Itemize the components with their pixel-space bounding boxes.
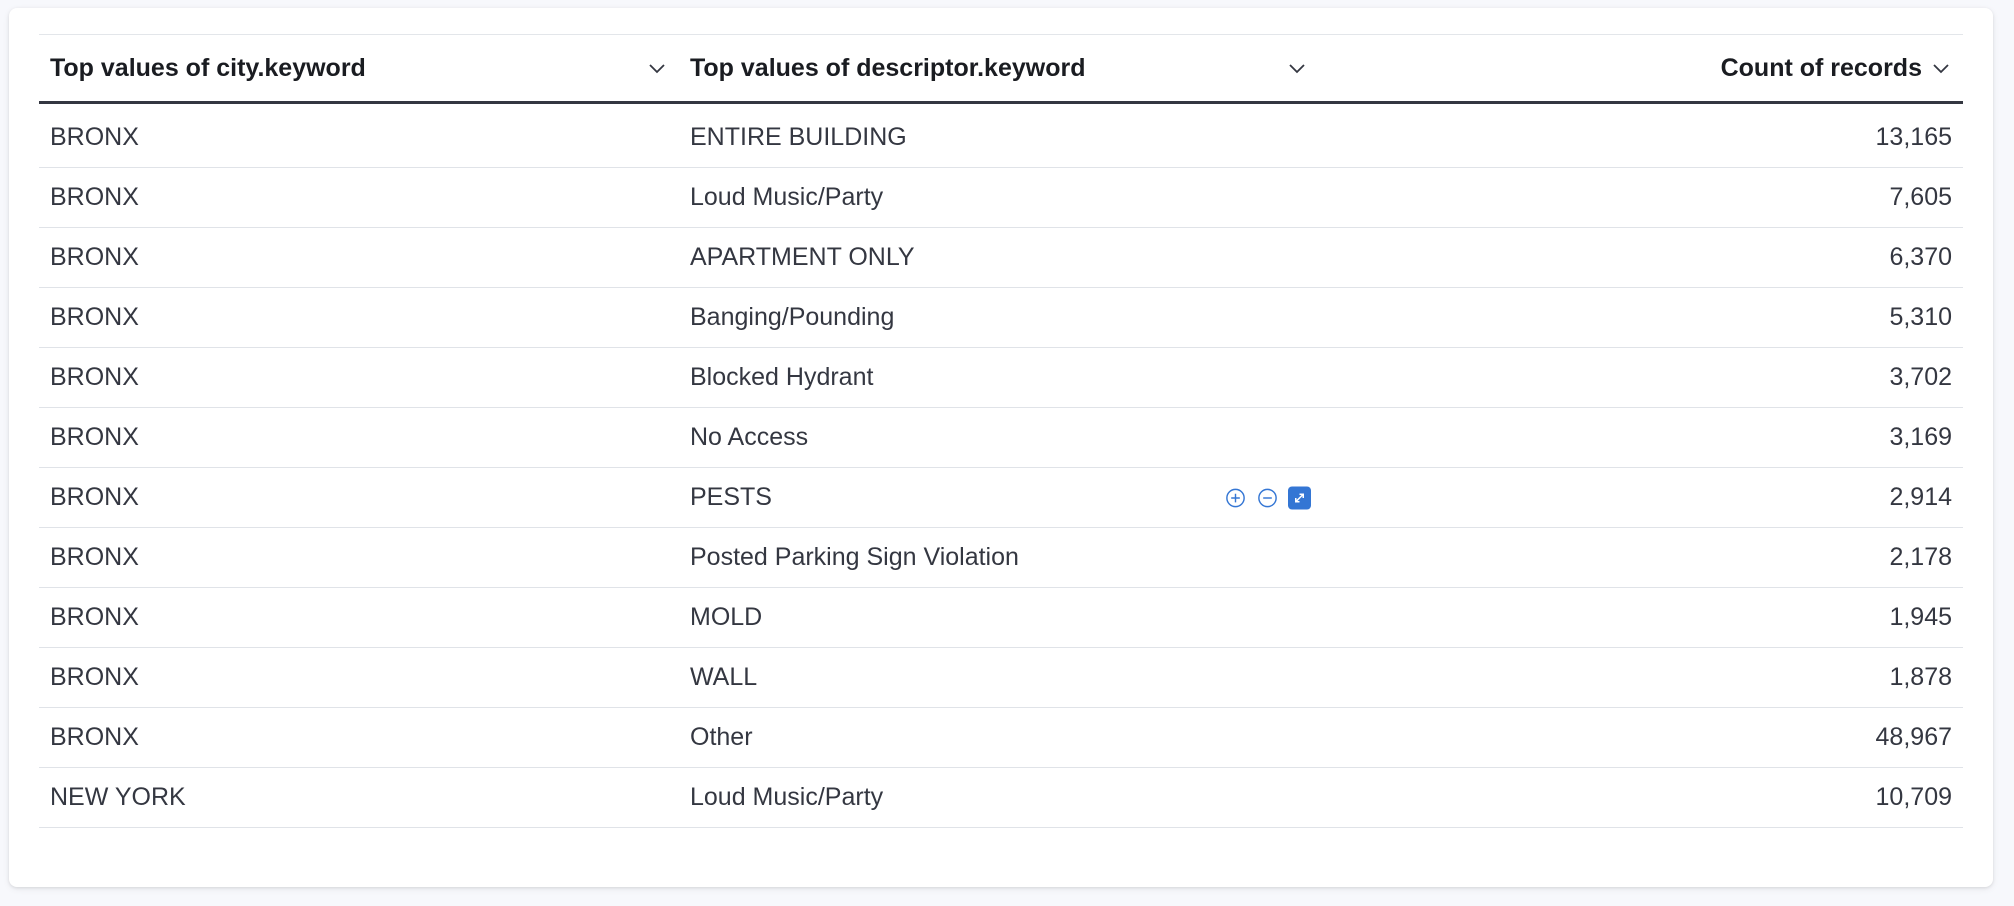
- cell-descriptor-text: Other: [690, 723, 753, 751]
- cell-descriptor[interactable]: Other: [679, 708, 1319, 767]
- cell-count[interactable]: 13,165: [1319, 108, 1963, 167]
- table-row: BRONX PESTS 2,914: [39, 468, 1963, 528]
- cell-descriptor-text: MOLD: [690, 603, 763, 631]
- cell-descriptor[interactable]: Banging/Pounding: [679, 288, 1319, 347]
- cell-count[interactable]: 3,169: [1319, 408, 1963, 467]
- cell-city[interactable]: BRONX: [39, 348, 679, 407]
- cell-count[interactable]: 5,310: [1319, 288, 1963, 347]
- cell-descriptor-text: APARTMENT ONLY: [690, 243, 915, 271]
- cell-descriptor-text: No Access: [690, 423, 809, 451]
- column-header-descriptor[interactable]: Top values of descriptor.keyword: [679, 35, 1319, 101]
- cell-descriptor[interactable]: MOLD: [679, 588, 1319, 647]
- data-table: Top values of city.keyword Top values of…: [39, 34, 1963, 828]
- cell-city[interactable]: BRONX: [39, 588, 679, 647]
- cell-count[interactable]: 2,914: [1319, 468, 1963, 527]
- column-header-label: Count of records: [1720, 53, 1922, 82]
- cell-city[interactable]: BRONX: [39, 648, 679, 707]
- cell-city[interactable]: BRONX: [39, 708, 679, 767]
- filter-out-icon[interactable]: [1256, 486, 1279, 509]
- cell-descriptor-text: Loud Music/Party: [690, 783, 884, 811]
- cell-descriptor-text: Posted Parking Sign Violation: [690, 543, 1019, 571]
- chevron-down-icon[interactable]: [646, 57, 668, 79]
- cell-city[interactable]: BRONX: [39, 288, 679, 347]
- table-row: BRONX MOLD 1,945: [39, 588, 1963, 648]
- table-row: BRONX ENTIRE BUILDING 13,165: [39, 108, 1963, 168]
- column-header-label: Top values of city.keyword: [50, 53, 366, 82]
- cell-descriptor[interactable]: No Access: [679, 408, 1319, 467]
- chevron-down-icon[interactable]: [1930, 57, 1952, 79]
- cell-actions: [1224, 486, 1311, 509]
- table-row: BRONX No Access 3,169: [39, 408, 1963, 468]
- cell-count[interactable]: 6,370: [1319, 228, 1963, 287]
- cell-descriptor-text: WALL: [690, 663, 758, 691]
- cell-count[interactable]: 7,605: [1319, 168, 1963, 227]
- cell-count[interactable]: 48,967: [1319, 708, 1963, 767]
- table-row: BRONX Other 48,967: [39, 708, 1963, 768]
- cell-descriptor[interactable]: WALL: [679, 648, 1319, 707]
- table-body: BRONX ENTIRE BUILDING 13,165 BRONX Loud Musi…: [39, 108, 1963, 828]
- table-row: BRONX Banging/Pounding 5,310: [39, 288, 1963, 348]
- cell-city[interactable]: BRONX: [39, 528, 679, 587]
- cell-descriptor[interactable]: Loud Music/Party: [679, 168, 1319, 227]
- table-header-row: Top values of city.keyword Top values of…: [39, 35, 1963, 104]
- cell-city[interactable]: NEW YORK: [39, 768, 679, 827]
- cell-city[interactable]: BRONX: [39, 408, 679, 467]
- cell-descriptor[interactable]: PESTS: [679, 468, 1319, 527]
- cell-descriptor[interactable]: APARTMENT ONLY: [679, 228, 1319, 287]
- column-header-label: Top values of descriptor.keyword: [690, 53, 1086, 82]
- cell-descriptor-text: Blocked Hydrant: [690, 363, 874, 391]
- table-row: BRONX Blocked Hydrant 3,702: [39, 348, 1963, 408]
- cell-count[interactable]: 3,702: [1319, 348, 1963, 407]
- column-header-count[interactable]: Count of records: [1319, 35, 1963, 101]
- cell-descriptor[interactable]: ENTIRE BUILDING: [679, 108, 1319, 167]
- cell-count[interactable]: 10,709: [1319, 768, 1963, 827]
- cell-count[interactable]: 2,178: [1319, 528, 1963, 587]
- cell-city[interactable]: BRONX: [39, 108, 679, 167]
- table-row: BRONX Loud Music/Party 7,605: [39, 168, 1963, 228]
- cell-descriptor[interactable]: Loud Music/Party: [679, 768, 1319, 827]
- cell-descriptor-text: PESTS: [690, 483, 772, 511]
- cell-descriptor-text: Loud Music/Party: [690, 183, 884, 211]
- cell-descriptor-text: Banging/Pounding: [690, 303, 895, 331]
- table-row: NEW YORK Loud Music/Party 10,709: [39, 768, 1963, 828]
- filter-for-icon[interactable]: [1224, 486, 1247, 509]
- expand-icon[interactable]: [1288, 486, 1311, 509]
- cell-descriptor-text: ENTIRE BUILDING: [690, 123, 907, 151]
- data-table-panel: Top values of city.keyword Top values of…: [9, 8, 1993, 887]
- cell-descriptor[interactable]: Blocked Hydrant: [679, 348, 1319, 407]
- table-row: BRONX Posted Parking Sign Violation 2,178: [39, 528, 1963, 588]
- table-row: BRONX WALL 1,878: [39, 648, 1963, 708]
- cell-city[interactable]: BRONX: [39, 468, 679, 527]
- table-row: BRONX APARTMENT ONLY 6,370: [39, 228, 1963, 288]
- cell-count[interactable]: 1,945: [1319, 588, 1963, 647]
- cell-count[interactable]: 1,878: [1319, 648, 1963, 707]
- cell-city[interactable]: BRONX: [39, 228, 679, 287]
- cell-descriptor[interactable]: Posted Parking Sign Violation: [679, 528, 1319, 587]
- chevron-down-icon[interactable]: [1286, 57, 1308, 79]
- column-header-city[interactable]: Top values of city.keyword: [39, 35, 679, 101]
- cell-city[interactable]: BRONX: [39, 168, 679, 227]
